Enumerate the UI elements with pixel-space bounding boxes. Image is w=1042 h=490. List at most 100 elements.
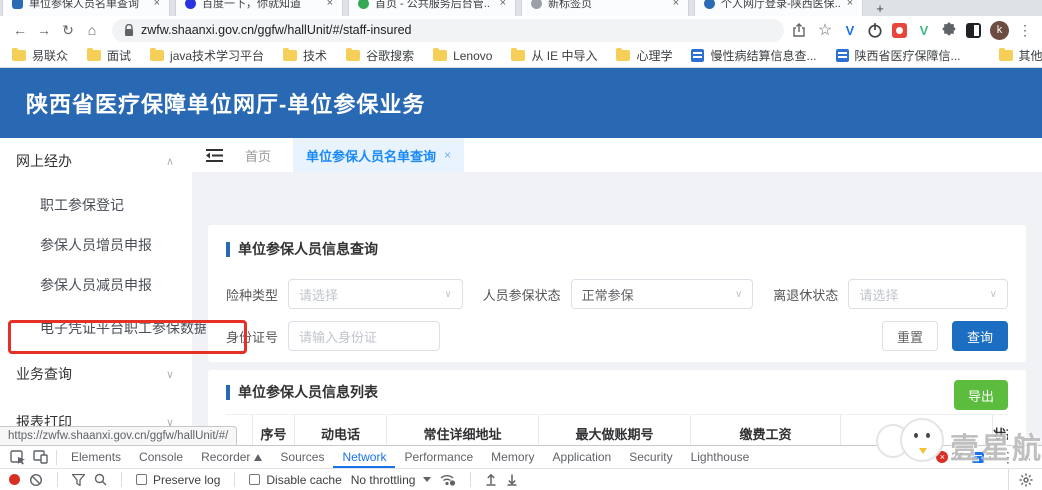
browser-tab-3[interactable]: 首页 - 公共服务后台管.. × — [348, 0, 516, 16]
sidebar-item-add-insured[interactable]: 参保人员增员申报 — [0, 225, 192, 265]
device-toolbar-icon[interactable] — [29, 447, 51, 467]
chevron-down-icon: ∨ — [166, 368, 174, 381]
bookmark-label: java技术学习平台 — [170, 47, 264, 64]
network-toolbar: Preserve log Disable cache No throttling — [0, 469, 1042, 490]
view-tab-close-icon[interactable]: × — [444, 148, 451, 162]
url-bar[interactable]: zwfw.shaanxi.gov.cn/ggfw/hallUnit/#/staf… — [112, 19, 784, 42]
devtools-menu-icon[interactable]: ⋮ — [1001, 449, 1015, 466]
inspect-element-icon[interactable] — [7, 447, 29, 467]
devtools-tab-sources[interactable]: Sources — [271, 446, 333, 468]
bookmark-folder[interactable]: 易联众 — [12, 47, 68, 64]
sidebar-group-business-query[interactable]: 业务查询 ∨ — [0, 350, 192, 398]
checkbox[interactable] — [249, 474, 260, 485]
bw-extension-icon[interactable] — [966, 23, 981, 38]
gear-icon[interactable] — [1019, 473, 1033, 487]
clear-network-icon[interactable] — [29, 473, 43, 487]
export-button[interactable]: 导出 — [954, 380, 1008, 410]
browser-tab-2[interactable]: 百度一下，你就知道 × — [175, 0, 343, 16]
bookmark-folder[interactable]: 谷歌搜索 — [346, 47, 414, 64]
forward-icon[interactable]: → — [32, 18, 56, 42]
network-conditions-icon[interactable] — [440, 473, 456, 486]
reload-icon[interactable]: ↻ — [56, 18, 80, 42]
extension-v-blue-icon[interactable]: V — [842, 22, 858, 38]
insured-status-select[interactable]: 正常参保∨ — [571, 279, 754, 309]
preserve-log-toggle[interactable]: Preserve log — [136, 473, 220, 487]
tab-close-icon[interactable]: × — [847, 0, 853, 9]
query-card: 单位参保人员信息查询 险种类型 请选择∨ 人员参保状态 正常参保∨ 离退休状态 … — [208, 225, 1026, 362]
folder-icon — [999, 50, 1013, 61]
checkbox[interactable] — [136, 474, 147, 485]
bookmark-label: 心理学 — [636, 47, 672, 64]
bookmark-folder[interactable]: 从 IE 中导入 — [511, 47, 597, 64]
browser-tab-5[interactable]: 个人网厅登录-陕西医保.. × — [694, 0, 863, 16]
red-extension-icon[interactable] — [892, 23, 907, 38]
devtools-tab-application[interactable]: Application — [544, 446, 621, 468]
bookmark-folder[interactable]: Lenovo — [433, 49, 492, 63]
view-tab-active[interactable]: 单位参保人员名单查询 × — [293, 138, 464, 172]
search-icon[interactable] — [94, 473, 107, 486]
devtools-tab-security[interactable]: Security — [620, 446, 681, 468]
query-button[interactable]: 查询 — [952, 321, 1008, 351]
error-counter[interactable]: ×24 — [936, 451, 963, 463]
other-bookmarks-button[interactable]: 其他书签 — [999, 47, 1042, 64]
section-title-text: 单位参保人员信息列表 — [238, 382, 378, 402]
tab-favicon — [704, 0, 715, 9]
insurance-type-select[interactable]: 请选择∨ — [288, 279, 463, 309]
sidebar-nav: 网上经办 ∧ 职工参保登记 参保人员增员申报 参保人员减员申报 电子凭证平台职工… — [0, 138, 192, 445]
share-icon[interactable] — [792, 22, 808, 38]
select-placeholder: 请选择 — [299, 285, 338, 304]
bookmark-folder[interactable]: java技术学习平台 — [150, 47, 264, 64]
devtools-tab-elements[interactable]: Elements — [62, 446, 130, 468]
retirement-status-select[interactable]: 请选择∨ — [848, 279, 1008, 309]
filter-icon[interactable] — [72, 474, 85, 486]
browser-tab-4[interactable]: 新标签页 × — [521, 0, 689, 16]
id-number-input[interactable]: 请输入身份证 — [288, 321, 440, 351]
sidebar-item-staff-register[interactable]: 职工参保登记 — [0, 184, 192, 225]
bookmark-folder[interactable]: 面试 — [87, 47, 131, 64]
record-network-icon[interactable] — [9, 474, 20, 485]
export-har-icon[interactable] — [506, 473, 518, 486]
browser-menu-icon[interactable]: ⋮ — [1018, 22, 1032, 39]
power-extension-icon[interactable] — [867, 22, 883, 38]
browser-tab-strip: 单位参保人员名单查询 × 百度一下，你就知道 × 首页 - 公共服务后台管.. … — [0, 0, 1042, 16]
sidebar-item-remove-insured[interactable]: 参保人员减员申报 — [0, 265, 192, 305]
bookmark-folder[interactable]: 心理学 — [616, 47, 672, 64]
devtools-tab-performance[interactable]: Performance — [395, 446, 482, 468]
menu-fold-icon[interactable] — [206, 148, 223, 163]
tab-close-icon[interactable]: × — [673, 0, 679, 9]
tab-close-icon[interactable]: × — [500, 0, 506, 9]
bookmark-star-icon[interactable]: ☆ — [817, 22, 833, 38]
sidebar-item-evoucher-upload[interactable]: 电子凭证平台职工参保数据上报 — [0, 305, 206, 350]
tab-close-icon[interactable]: × — [327, 0, 333, 9]
new-tab-button[interactable]: + — [868, 1, 892, 16]
devtools-tab-console[interactable]: Console — [130, 446, 192, 468]
devtools-tab-recorder[interactable]: Recorder — [192, 446, 271, 468]
view-tab-home[interactable]: 首页 — [245, 146, 271, 165]
vue-devtools-icon[interactable]: V — [916, 22, 932, 38]
disable-cache-toggle[interactable]: Disable cache — [249, 473, 341, 487]
select-placeholder: 请选择 — [859, 285, 898, 304]
devtools-tab-network[interactable]: Network — [333, 446, 395, 468]
checkbox-label: Preserve log — [153, 473, 220, 487]
sidebar-group-online-handling[interactable]: 网上经办 ∧ — [0, 138, 192, 184]
bookmark-site[interactable]: 陕西省医疗保障信... — [836, 47, 961, 64]
tab-close-icon[interactable]: × — [154, 0, 160, 9]
tab-title: 首页 - 公共服务后台管.. — [375, 0, 494, 11]
devtools-tab-memory[interactable]: Memory — [482, 446, 543, 468]
back-icon[interactable]: ← — [8, 18, 32, 42]
import-har-icon[interactable] — [485, 473, 497, 486]
extensions-puzzle-icon[interactable] — [941, 22, 957, 38]
home-icon[interactable]: ⌂ — [80, 18, 104, 42]
devtools-close-icon[interactable]: × — [1023, 449, 1031, 465]
tab-favicon — [12, 0, 23, 9]
devtools-tab-lighthouse[interactable]: Lighthouse — [682, 446, 759, 468]
folder-icon — [283, 50, 297, 61]
bookmark-site[interactable]: 慢性病结算信息查... — [691, 47, 816, 64]
browser-tab-1[interactable]: 单位参保人员名单查询 × — [2, 0, 170, 16]
folder-icon — [433, 50, 447, 61]
bookmark-folder[interactable]: 技术 — [283, 47, 327, 64]
throttling-select[interactable]: No throttling — [351, 473, 432, 487]
issues-counter[interactable]: 1 — [972, 451, 993, 463]
reset-button[interactable]: 重置 — [882, 321, 938, 351]
profile-avatar[interactable]: k — [990, 21, 1009, 40]
